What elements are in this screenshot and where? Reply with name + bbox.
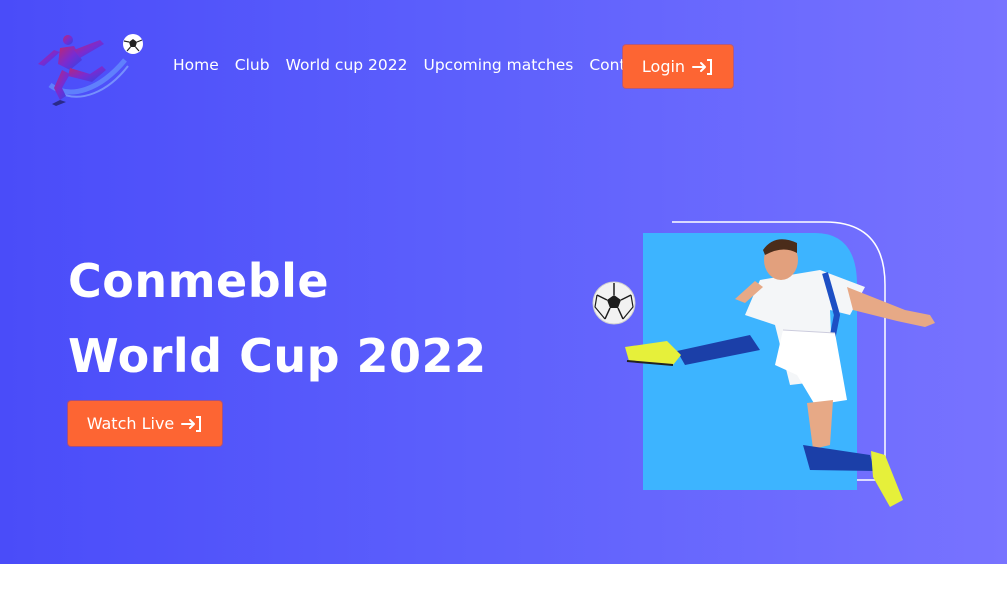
- login-button-label: Login: [641, 57, 686, 76]
- nav-link-upcoming-matches[interactable]: Upcoming matches: [423, 56, 573, 74]
- player-illustration: [592, 221, 935, 507]
- hero-section: Home Club World cup 2022 Upcoming matche…: [0, 0, 1007, 564]
- main-nav: Home Club World cup 2022 Upcoming matche…: [173, 56, 666, 74]
- watch-live-label: Watch Live: [86, 414, 175, 433]
- hero-headline: Conmeble World Cup 2022: [68, 244, 487, 394]
- login-arrow-icon: [692, 58, 713, 75]
- hero-title-line-1: Conmeble: [68, 254, 330, 308]
- login-button[interactable]: Login: [623, 45, 733, 88]
- soccer-ball-icon: [592, 281, 636, 325]
- nav-link-home[interactable]: Home: [173, 56, 219, 74]
- watch-live-button[interactable]: Watch Live: [68, 401, 222, 446]
- watch-arrow-icon: [181, 415, 202, 432]
- hero-title-line-2: World Cup 2022: [68, 329, 487, 383]
- nav-link-club[interactable]: Club: [235, 56, 270, 74]
- nav-link-world-cup-2022[interactable]: World cup 2022: [286, 56, 408, 74]
- kicker-logo-icon[interactable]: [30, 30, 148, 108]
